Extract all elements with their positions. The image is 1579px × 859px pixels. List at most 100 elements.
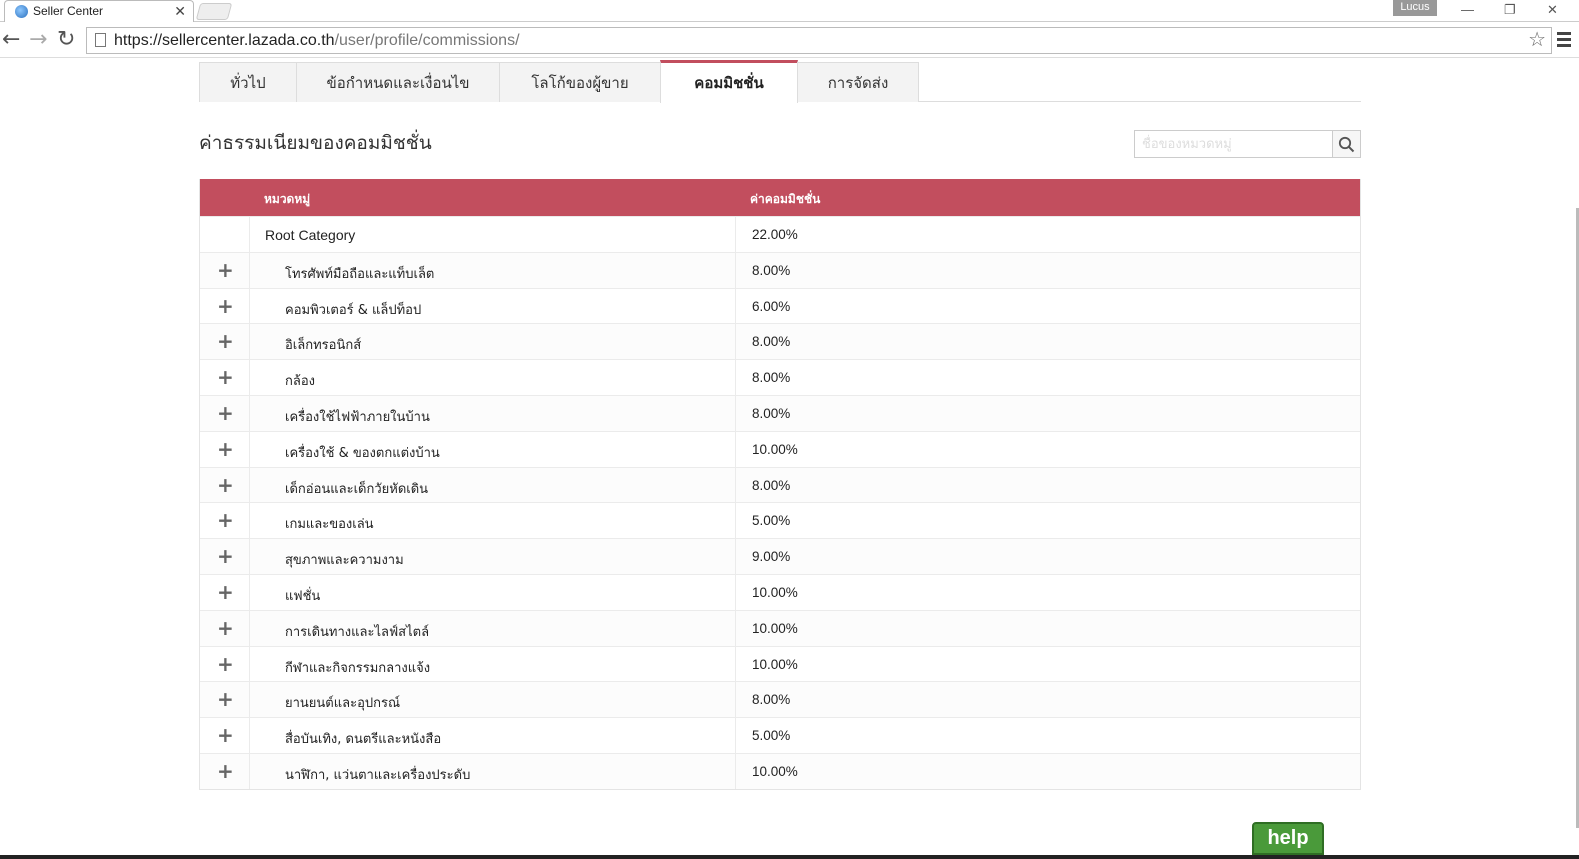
expand-cell: + xyxy=(200,574,250,610)
expand-cell: + xyxy=(200,610,250,646)
restore-icon[interactable]: ❐ xyxy=(1504,2,1516,18)
search-icon xyxy=(1338,136,1355,153)
expand-plus-icon[interactable]: + xyxy=(217,546,234,566)
category-name: ยานยนต์และอุปกรณ์ xyxy=(285,696,401,712)
tab-terms[interactable]: ข้อกำหนดและเงื่อนไข xyxy=(296,62,500,102)
table-row: Root Category 22.00% xyxy=(200,216,1360,252)
expand-cell: + xyxy=(200,252,250,288)
header-category: หมวดหมู่ xyxy=(264,192,311,206)
category-name: สื่อบันเทิง, ดนตรีและหนังสือ xyxy=(285,732,442,748)
table-row: + โทรศัพท์มือถือและแท็บเล็ต 8.00% xyxy=(200,251,1360,288)
tab-commission[interactable]: คอมมิชชั่น xyxy=(660,60,798,103)
bookmark-star-icon[interactable]: ☆ xyxy=(1528,28,1546,53)
scrollbar[interactable] xyxy=(1568,58,1579,859)
expand-plus-icon[interactable]: + xyxy=(217,761,234,781)
expand-plus-icon[interactable]: + xyxy=(217,403,234,423)
expand-cell: + xyxy=(200,431,250,467)
commission-table: หมวดหมู่ ค่าคอมมิชชั่น Root Category 22.0… xyxy=(199,179,1361,790)
forward-icon[interactable]: → xyxy=(29,26,47,54)
category-name: กล้อง xyxy=(285,374,315,390)
category-cell xyxy=(250,360,736,395)
window-close-icon[interactable]: ✕ xyxy=(1547,2,1558,18)
profile-badge[interactable]: Lucus xyxy=(1393,0,1437,16)
search-button[interactable] xyxy=(1333,131,1360,157)
reload-icon[interactable]: ↻ xyxy=(57,26,75,54)
commission-value: 5.00% xyxy=(752,728,791,744)
minimize-icon[interactable]: — xyxy=(1461,2,1474,17)
table-row: + เด็กอ่อนและเด็กวัยหัดเดิน 8.00% xyxy=(200,466,1360,503)
category-name: เกมและของเล่น xyxy=(285,517,374,533)
table-row: + อิเล็กทรอนิกส์ 8.00% xyxy=(200,323,1360,360)
browser-toolbar: ← → ↻ https://sellercenter.lazada.co.th/… xyxy=(0,22,1579,58)
tab-shipping[interactable]: การจัดส่ง xyxy=(797,62,919,102)
header-commission: ค่าคอมมิชชั่น xyxy=(750,192,821,206)
commission-value: 10.00% xyxy=(752,656,798,672)
browser-tabstrip: Seller Center ✕ Lucus — ❐ ✕ xyxy=(0,0,1579,22)
category-name: การเดินทางและไลฟ์สไตล์ xyxy=(285,624,430,640)
help-button[interactable]: help xyxy=(1252,822,1324,855)
tab-general[interactable]: ทั่วไป xyxy=(199,62,297,102)
commission-value: 8.00% xyxy=(752,262,791,278)
commission-value: 5.00% xyxy=(752,513,791,529)
profile-tabs: ทั่วไป ข้อกำหนดและเงื่อนไข โลโก้ของผู้ขา… xyxy=(199,60,1361,103)
commission-value: 8.00% xyxy=(752,334,791,350)
table-row: + คอมพิวเตอร์ & แล็ปท็อป 6.00% xyxy=(200,287,1360,324)
tab-seller-logo[interactable]: โลโก้ของผู้ขาย xyxy=(499,62,661,102)
browser-tab[interactable]: Seller Center ✕ xyxy=(4,0,194,22)
expand-plus-icon[interactable]: + xyxy=(217,260,234,280)
expand-cell: + xyxy=(200,682,250,718)
table-row: + นาฬิกา, แว่นตาและเครื่องประดับ 10.00% xyxy=(200,752,1360,789)
expand-cell: + xyxy=(200,753,250,789)
table-row: + การเดินทางและไลฟ์สไตล์ 10.00% xyxy=(200,609,1360,646)
expand-plus-icon[interactable]: + xyxy=(217,654,234,674)
page-icon xyxy=(95,33,106,47)
expand-plus-icon[interactable]: + xyxy=(217,439,234,459)
expand-plus-icon[interactable]: + xyxy=(217,582,234,602)
category-name: เครื่องใช้ไฟฟ้าภายในบ้าน xyxy=(285,409,430,425)
category-name: กีฬาและกิจกรรมกลางแจ้ง xyxy=(285,660,431,676)
close-icon[interactable]: ✕ xyxy=(174,1,186,22)
address-bar[interactable]: https://sellercenter.lazada.co.th/user/p… xyxy=(86,27,1552,54)
back-icon[interactable]: ← xyxy=(2,26,20,54)
window-bottom-edge xyxy=(0,855,1579,859)
expand-cell: + xyxy=(200,467,250,503)
category-name: แฟชั่น xyxy=(285,588,321,604)
menu-icon[interactable] xyxy=(1557,32,1571,50)
category-cell xyxy=(250,574,736,610)
expand-plus-icon[interactable]: + xyxy=(217,510,234,530)
url-host: https://sellercenter.lazada.co.th xyxy=(114,32,335,49)
commission-value: 8.00% xyxy=(752,477,791,493)
category-name: คอมพิวเตอร์ & แล็ปท็อป xyxy=(285,302,422,318)
category-name: โทรศัพท์มือถือและแท็บเล็ต xyxy=(285,266,435,282)
category-name: เด็กอ่อนและเด็กวัยหัดเดิน xyxy=(285,481,429,497)
table-header: หมวดหมู่ ค่าคอมมิชชั่น xyxy=(200,179,1360,216)
url-path: /user/profile/commissions/ xyxy=(334,32,520,49)
table-row: + กีฬาและกิจกรรมกลางแจ้ง 10.00% xyxy=(200,645,1360,682)
table-row: + กล้อง 8.00% xyxy=(200,359,1360,395)
table-row: + สื่อบันเทิง, ดนตรีและหนังสือ 5.00% xyxy=(200,717,1360,753)
expand-plus-icon[interactable]: + xyxy=(217,618,234,638)
search-input[interactable] xyxy=(1135,131,1333,157)
commission-value: 8.00% xyxy=(752,405,791,421)
table-row: + ยานยนต์และอุปกรณ์ 8.00% xyxy=(200,681,1360,718)
expand-cell: + xyxy=(200,395,250,431)
commission-value: 22.00% xyxy=(752,227,798,242)
expand-plus-icon[interactable]: + xyxy=(217,331,234,351)
expand-cell: + xyxy=(200,503,250,539)
expand-cell xyxy=(200,217,250,252)
expand-plus-icon[interactable]: + xyxy=(217,725,234,745)
expand-plus-icon[interactable]: + xyxy=(217,367,234,387)
expand-plus-icon[interactable]: + xyxy=(217,689,234,709)
commission-value: 8.00% xyxy=(752,692,791,708)
expand-cell: + xyxy=(200,646,250,682)
expand-plus-icon[interactable]: + xyxy=(217,475,234,495)
expand-plus-icon[interactable]: + xyxy=(217,296,234,316)
expand-cell: + xyxy=(200,288,250,324)
table-row: + เครื่องใช้ & ของตกแต่งบ้าน 10.00% xyxy=(200,430,1360,467)
commission-value: 9.00% xyxy=(752,549,791,565)
commission-value: 10.00% xyxy=(752,763,798,779)
commission-value: 10.00% xyxy=(752,441,798,457)
new-tab-button[interactable] xyxy=(195,3,233,20)
expand-cell: + xyxy=(200,324,250,360)
category-name: นาฬิกา, แว่นตาและเครื่องประดับ xyxy=(285,767,471,783)
